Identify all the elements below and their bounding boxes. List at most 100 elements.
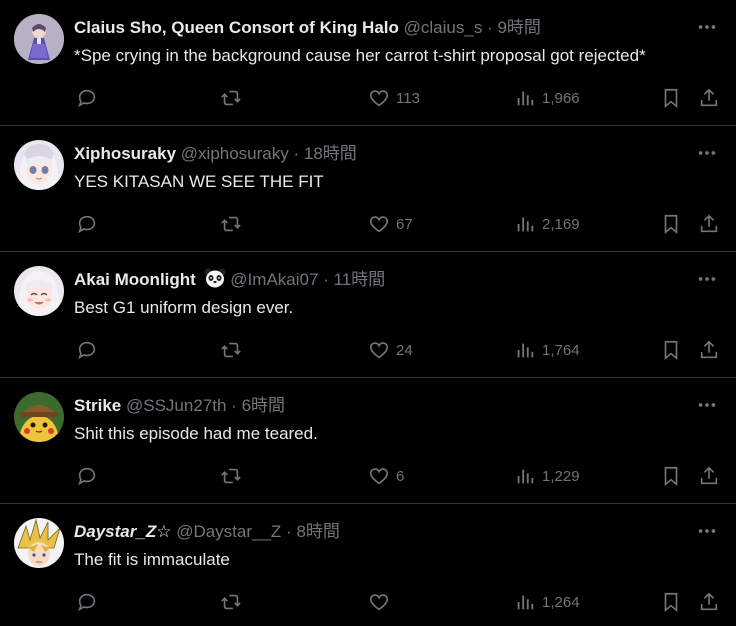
views-count: 1,229 [542, 467, 580, 485]
author-name[interactable]: Claius Sho, Queen Consort of King Halo [74, 18, 399, 37]
reply-button[interactable] [76, 210, 98, 238]
author-handle[interactable]: @claius_s [404, 18, 483, 37]
separator-dot: · [286, 522, 292, 541]
views-button[interactable]: 2,169 [514, 210, 580, 238]
bookmark-icon [664, 88, 678, 109]
reply-button[interactable] [76, 462, 98, 490]
bookmark-button[interactable] [660, 588, 682, 616]
timestamp[interactable]: 18時間 [304, 144, 357, 163]
share-button[interactable] [698, 588, 720, 616]
tweet-text: *Spe crying in the background cause her … [74, 46, 646, 65]
retweet-button[interactable] [220, 462, 242, 490]
author-handle[interactable]: @SSJun27th [126, 396, 226, 415]
separator-dot: · [323, 270, 329, 289]
action-bar: 67 2,169 [74, 210, 720, 238]
bookmark-button[interactable] [660, 210, 682, 238]
views-button[interactable]: 1,264 [514, 588, 580, 616]
bookmark-icon [664, 340, 678, 361]
more-icon[interactable] [696, 142, 718, 164]
tweet[interactable]: Strike @SSJun27th · 6時間 Shit this episod… [0, 378, 736, 504]
retweet-icon [221, 468, 241, 484]
like-icon [369, 468, 389, 485]
views-count: 2,169 [542, 215, 580, 233]
more-icon[interactable] [696, 268, 718, 290]
action-bar: 6 1,229 [74, 462, 720, 490]
action-bar: 1,264 [74, 588, 720, 616]
avatar[interactable] [14, 140, 64, 190]
reply-button[interactable] [76, 84, 98, 112]
author-handle[interactable]: @ImAkai07 [230, 270, 318, 289]
share-button[interactable] [698, 210, 720, 238]
tweet[interactable]: Daystar_Z☆ @Daystar__Z · 8時間 The fit is … [0, 504, 736, 626]
retweet-icon [221, 342, 241, 358]
tweet-text: Best G1 uniform design ever. [74, 298, 294, 317]
tweet[interactable]: Xiphosuraky @xiphosuraky · 18時間 YES KITA… [0, 126, 736, 252]
avatar[interactable] [14, 266, 64, 316]
timestamp[interactable]: 11時間 [334, 270, 386, 289]
bookmark-button[interactable] [660, 336, 682, 364]
reply-icon [78, 467, 96, 486]
more-icon[interactable] [696, 16, 718, 38]
tweet-text: Shit this episode had me teared. [74, 424, 318, 443]
reply-button[interactable] [76, 588, 98, 616]
bookmark-icon [664, 592, 678, 613]
views-icon [517, 91, 534, 106]
avatar[interactable] [14, 518, 64, 568]
author-name[interactable]: Daystar_Z☆ [74, 522, 171, 541]
retweet-button[interactable] [220, 336, 242, 364]
author-name[interactable]: Xiphosuraky [74, 144, 176, 163]
timestamp[interactable]: 6時間 [242, 396, 285, 415]
more-icon[interactable] [696, 520, 718, 542]
views-button[interactable]: 1,764 [514, 336, 580, 364]
bookmark-icon [664, 214, 678, 235]
avatar[interactable] [14, 14, 64, 64]
retweet-button[interactable] [220, 588, 242, 616]
reply-icon [78, 89, 96, 108]
retweet-icon [221, 216, 241, 232]
panda-emoji-icon [204, 268, 226, 288]
like-button[interactable] [368, 588, 396, 616]
bookmark-button[interactable] [660, 462, 682, 490]
retweet-button[interactable] [220, 210, 242, 238]
like-icon [369, 594, 389, 611]
views-button[interactable]: 1,966 [514, 84, 580, 112]
avatar[interactable] [14, 392, 64, 442]
tweet-header: Akai Moonlight @ImAkai07 · 11時間 [74, 268, 676, 292]
author-name[interactable]: Akai Moonlight [74, 270, 196, 289]
retweet-icon [221, 90, 241, 106]
separator-dot: · [231, 396, 237, 415]
views-icon [517, 343, 534, 358]
share-icon [700, 466, 718, 485]
like-button[interactable]: 113 [368, 84, 420, 112]
like-button[interactable]: 67 [368, 210, 413, 238]
author-handle[interactable]: @xiphosuraky [181, 144, 289, 163]
share-button[interactable] [698, 462, 720, 490]
timestamp[interactable]: 8時間 [296, 522, 339, 541]
share-button[interactable] [698, 84, 720, 112]
separator-dot: · [293, 144, 300, 163]
separator-dot: · [487, 18, 493, 37]
reply-button[interactable] [76, 336, 98, 364]
reply-icon [78, 593, 96, 612]
share-icon [700, 340, 718, 359]
timestamp[interactable]: 9時間 [497, 18, 540, 37]
share-icon [700, 592, 718, 611]
like-button[interactable]: 24 [368, 336, 413, 364]
share-icon [700, 214, 718, 233]
like-count: 113 [396, 89, 420, 107]
bookmark-icon [664, 466, 678, 487]
like-count: 67 [396, 215, 413, 233]
action-bar: 113 1,966 [74, 84, 720, 112]
share-button[interactable] [698, 336, 720, 364]
views-button[interactable]: 1,229 [514, 462, 580, 490]
retweet-button[interactable] [220, 84, 242, 112]
tweet[interactable]: Akai Moonlight @ImAkai07 · 11時間 Best G1 … [0, 252, 736, 378]
more-icon[interactable] [696, 394, 718, 416]
retweet-icon [221, 594, 241, 610]
tweet-feed: Claius Sho, Queen Consort of King Halo @… [0, 0, 736, 626]
author-handle[interactable]: @Daystar__Z [176, 522, 281, 541]
bookmark-button[interactable] [660, 84, 682, 112]
author-name[interactable]: Strike [74, 396, 121, 415]
like-button[interactable]: 6 [368, 462, 404, 490]
tweet[interactable]: Claius Sho, Queen Consort of King Halo @… [0, 0, 736, 126]
